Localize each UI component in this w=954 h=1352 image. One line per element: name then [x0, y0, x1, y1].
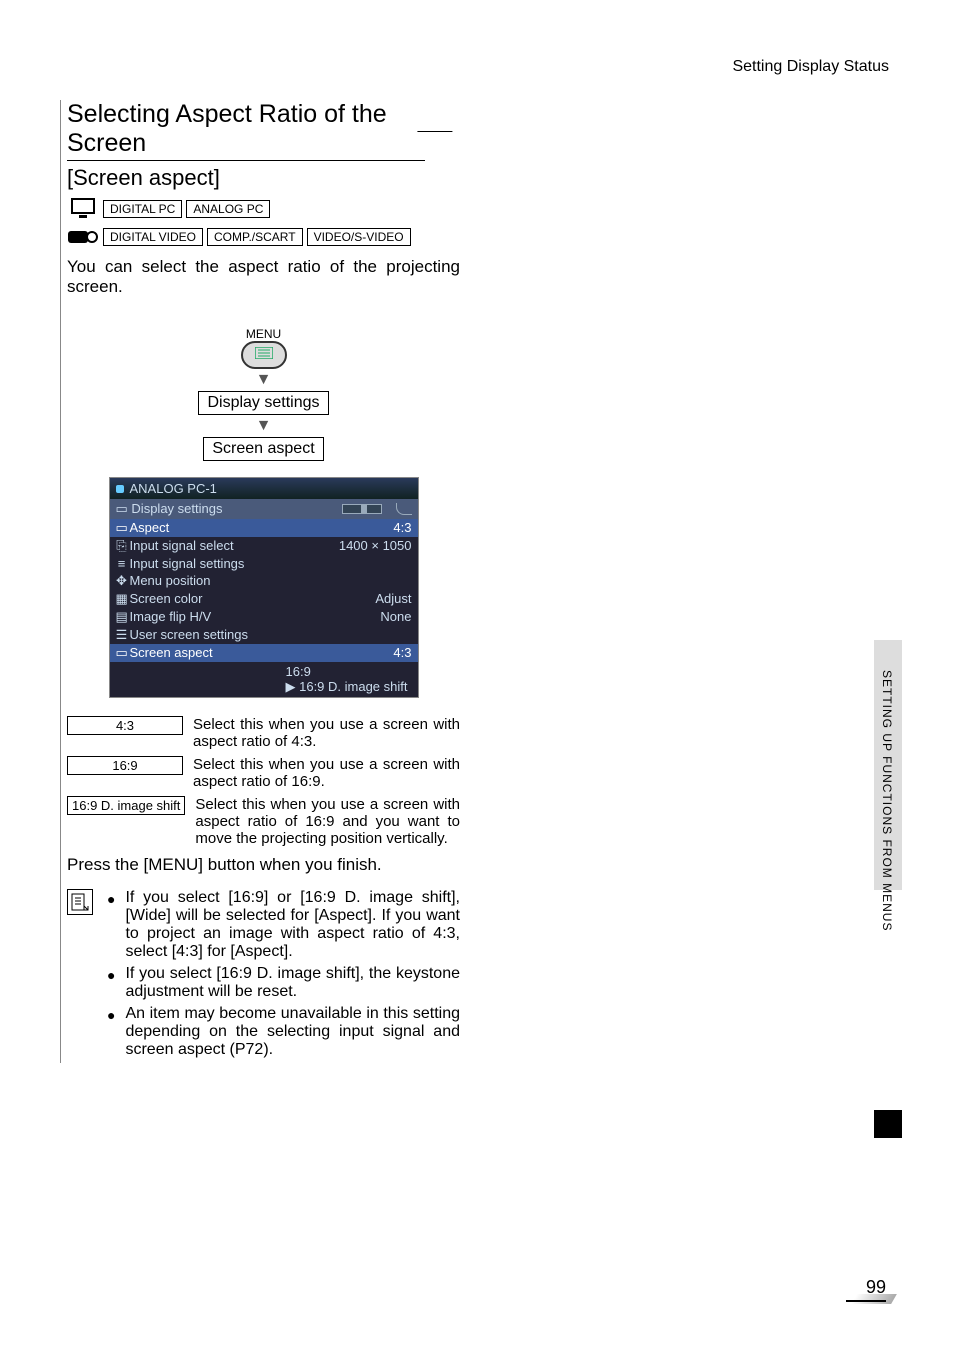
option-label: 4:3	[67, 716, 183, 735]
down-arrow-icon: ▼	[67, 417, 460, 435]
section-subtitle: [Screen aspect]	[67, 165, 460, 191]
note-item: ●If you select [16:9 D. image shift], th…	[107, 965, 460, 1001]
osd-row: ▤Image flip H/VNone	[110, 608, 418, 626]
section-title: Selecting Aspect Ratio of the Screen	[67, 100, 425, 161]
osd-row: ☰User screen settings	[110, 626, 418, 644]
description-text: You can select the aspect ratio of the p…	[67, 257, 460, 297]
flow-step-1: Display settings	[198, 391, 328, 415]
option-desc: Select this when you use a screen with a…	[193, 756, 460, 790]
page-number: 99	[846, 1277, 886, 1302]
mode-digital-video: DIGITAL VIDEO	[103, 228, 203, 246]
breadcrumb: Setting Display Status	[732, 58, 889, 76]
osd-section: Display settings	[131, 501, 222, 516]
side-section-label: SETTING UP FUNCTIONS FROM MENUS	[880, 670, 894, 931]
flow-step-2: Screen aspect	[203, 437, 323, 461]
signal-icon	[116, 485, 124, 493]
osd-signal: ANALOG PC-1	[130, 481, 217, 496]
osd-row: ▭Screen aspect4:3	[110, 644, 418, 662]
monitor-icon	[67, 197, 99, 221]
down-arrow-icon: ▼	[67, 371, 460, 389]
side-marker	[874, 1110, 902, 1138]
menu-label: MENU	[67, 327, 460, 341]
option-table: 4:3 Select this when you use a screen wit…	[67, 716, 460, 847]
mode-video-svideo: VIDEO/S-VIDEO	[307, 228, 411, 246]
osd-option: 16:9	[116, 664, 412, 679]
folder-icon: ▭	[116, 501, 128, 516]
option-desc: Select this when you use a screen with a…	[193, 716, 460, 750]
option-row: 4:3 Select this when you use a screen wit…	[67, 716, 460, 750]
option-row: 16:9 D. image shift Select this when you …	[67, 796, 460, 847]
osd-screenshot: ANALOG PC-1 ▭ Display settings ▭Aspect4:…	[109, 477, 419, 698]
osd-row: ▭Aspect4:3	[110, 519, 418, 537]
menu-flow: MENU ▼ Display settings ▼ Screen aspect	[67, 327, 460, 461]
note-block: ●If you select [16:9] or [16:9 D. image …	[67, 889, 460, 1063]
mode-digital-pc: DIGITAL PC	[103, 200, 182, 218]
option-label: 16:9	[67, 756, 183, 775]
osd-option: 16:9 D. image shift	[116, 679, 412, 695]
content-column: Selecting Aspect Ratio of the Screen [Sc…	[60, 100, 460, 1063]
option-label: 16:9 D. image shift	[67, 796, 185, 815]
note-icon	[67, 889, 93, 915]
mode-indicator: DIGITAL PC ANALOG PC DIGITAL VIDEO COMP.…	[67, 197, 460, 249]
osd-row: ≡Input signal settings	[110, 555, 418, 572]
menu-button-icon	[241, 341, 287, 369]
note-item: ●If you select [16:9] or [16:9 D. image …	[107, 889, 460, 961]
slider-icon	[342, 504, 382, 514]
note-item: ●An item may become unavailable in this …	[107, 1005, 460, 1059]
section-title-bar: Selecting Aspect Ratio of the Screen	[67, 100, 460, 161]
press-menu-line: Press the [MENU] button when you finish.	[67, 855, 460, 875]
mode-analog-pc: ANALOG PC	[186, 200, 270, 218]
mode-comp-scart: COMP./SCART	[207, 228, 303, 246]
osd-row: ▦Screen colorAdjust	[110, 590, 418, 608]
osd-row: ⎘Input signal select1400 × 1050	[110, 537, 418, 555]
camcorder-icon	[67, 225, 99, 249]
option-desc: Select this when you use a screen with a…	[195, 796, 460, 847]
osd-row: ✥Menu position	[110, 572, 418, 590]
return-icon	[396, 503, 412, 515]
option-row: 16:9 Select this when you use a screen wi…	[67, 756, 460, 790]
